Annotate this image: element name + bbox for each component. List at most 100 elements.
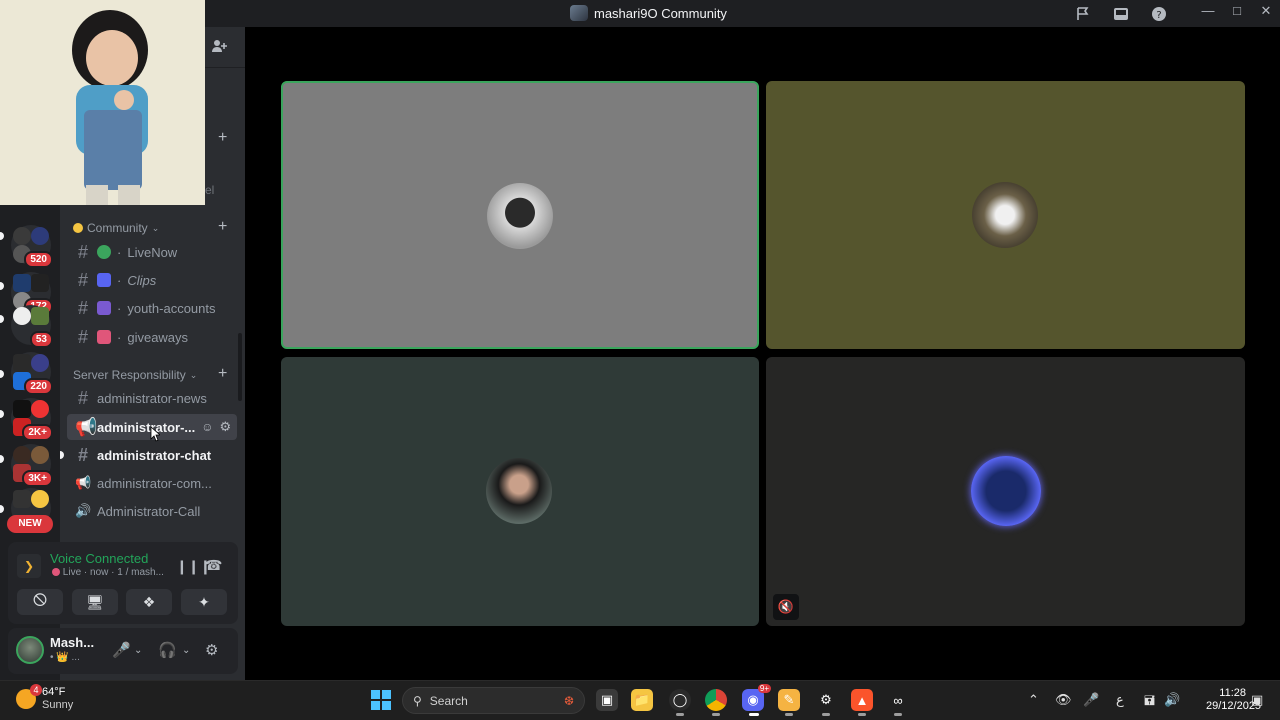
start-button[interactable] xyxy=(371,690,391,710)
chevron-down-icon: ⌄ xyxy=(151,222,160,233)
channel-administrator-chat[interactable]: # administrator-chat xyxy=(67,442,237,468)
activities-button[interactable]: ❖ xyxy=(126,589,172,615)
discord-icon[interactable]: ◉ 9+ xyxy=(742,684,771,711)
chrome-icon[interactable] xyxy=(705,689,727,711)
megaphone-icon: 📢 xyxy=(75,475,92,490)
add-channel-icon[interactable]: + xyxy=(218,129,227,147)
add-channel-icon[interactable]: + xyxy=(218,365,227,383)
phone-icon xyxy=(97,301,111,315)
participant-tile-2[interactable] xyxy=(766,81,1245,349)
gear-icon[interactable]: ⚙ xyxy=(205,641,218,659)
server-icon-6[interactable]: 3K+ xyxy=(11,444,53,487)
category-label: Server Responsibility xyxy=(73,368,186,382)
server-badge: 520 xyxy=(24,251,53,268)
app-icon-m[interactable]: ∞ xyxy=(887,689,909,711)
weather-widget[interactable]: 4 64°F Sunny xyxy=(16,684,73,712)
participant-tile-4[interactable] xyxy=(766,357,1245,626)
channel-administrator-news[interactable]: # administrator-news xyxy=(67,385,237,411)
microphone-icon[interactable]: 🎤 xyxy=(1083,692,1099,708)
screen-share-button[interactable]: 🖥 xyxy=(72,589,118,615)
add-channel-icon[interactable]: + xyxy=(218,218,227,236)
soundboard-button[interactable]: ✦ xyxy=(181,589,227,615)
camera-icon xyxy=(97,273,111,287)
hashtag-icon: # xyxy=(77,387,88,408)
server-icon-5[interactable]: 2K+ xyxy=(11,398,53,441)
invite-icon[interactable] xyxy=(211,38,227,57)
category-community[interactable]: Community ⌄ xyxy=(73,221,159,235)
hidden-eye-icon[interactable]: 👁 xyxy=(1055,692,1072,708)
clock-time: 11:28 xyxy=(1219,687,1246,699)
taskbar-search[interactable]: ⚲ Search ❆ xyxy=(402,687,585,714)
disconnect-icon[interactable]: ☎ xyxy=(205,557,222,574)
chevron-up-icon[interactable]: ⌃ xyxy=(1028,692,1039,708)
server-icon-1[interactable]: 520 xyxy=(11,225,53,268)
close-icon[interactable]: ✕ xyxy=(1256,3,1276,19)
server-badge: 220 xyxy=(24,378,53,395)
signal-icon[interactable]: ❯ xyxy=(17,554,41,578)
camera-off-button[interactable]: 🛇 xyxy=(17,589,63,615)
hashtag-icon: # xyxy=(77,326,88,347)
app-icon-yellow[interactable]: ✎ xyxy=(778,689,800,711)
running-indicator xyxy=(712,713,720,716)
search-icon: ⚲ xyxy=(413,693,422,708)
brave-icon[interactable]: ▲ xyxy=(851,689,873,711)
voice-status[interactable]: Voice Connected xyxy=(50,551,148,566)
channel-livenow[interactable]: # · LiveNow xyxy=(67,239,237,265)
minimize-icon[interactable]: — xyxy=(1198,3,1218,18)
mouse-cursor-icon xyxy=(150,426,162,442)
voice-detail: Live · now · 1 / mash... xyxy=(52,567,164,578)
channel-administrator-call[interactable]: 🔊 Administrator-Call xyxy=(67,498,237,524)
search-placeholder: Search xyxy=(429,693,468,708)
participant-avatar xyxy=(487,183,553,249)
participant-tile-1[interactable] xyxy=(281,81,759,349)
obs-icon[interactable]: ◯ xyxy=(669,689,691,711)
live-dot-icon xyxy=(52,568,60,577)
channel-clips[interactable]: # · Clips xyxy=(67,267,237,293)
channel-administrator-commands[interactable]: 📢 administrator-com... xyxy=(67,470,237,496)
notification-icon[interactable]: ▣ xyxy=(1251,692,1263,708)
flag-icon[interactable] xyxy=(1073,4,1093,24)
pip-video-preview[interactable] xyxy=(0,0,205,205)
server-icon-3[interactable]: 53 xyxy=(11,305,53,348)
participant-tile-3[interactable] xyxy=(281,357,759,626)
speaker-icon: 🔊 xyxy=(75,503,92,518)
sidebar-scrollbar[interactable] xyxy=(238,333,242,401)
help-icon[interactable]: ? xyxy=(1149,4,1169,24)
clock[interactable]: 11:28 29/12/2025 xyxy=(1206,687,1261,713)
maximize-icon[interactable]: □ xyxy=(1227,3,1247,18)
discord-badge: 9+ xyxy=(757,684,771,693)
add-member-icon[interactable]: ☺ xyxy=(201,420,213,434)
active-indicator xyxy=(749,713,759,716)
inbox-icon[interactable] xyxy=(1111,4,1131,24)
channel-giveaways[interactable]: # · giveaways xyxy=(67,324,237,350)
hidden-channel-fragment: el xyxy=(205,183,215,197)
username[interactable]: Mash... xyxy=(50,635,94,650)
category-server-responsibility[interactable]: Server Responsibility ⌄ xyxy=(73,368,197,382)
file-explorer-icon[interactable]: 📁 xyxy=(631,689,653,711)
svg-text:?: ? xyxy=(1156,10,1161,21)
participant-avatar xyxy=(486,458,552,524)
steam-icon[interactable]: ⚙ xyxy=(815,689,837,711)
input-language[interactable]: ع xyxy=(1116,692,1124,708)
user-status: • 👑 ... xyxy=(50,652,80,663)
network-icon[interactable]: 🖬 xyxy=(1144,692,1155,714)
headphones-icon[interactable]: 🎧 xyxy=(158,641,177,659)
server-icon-4[interactable]: 220 xyxy=(11,352,53,395)
gear-icon[interactable]: ⚙ xyxy=(220,419,232,435)
channel-youth-accounts[interactable]: # · youth-accounts xyxy=(67,295,237,321)
chevron-down-icon[interactable]: ⌄ xyxy=(134,645,142,656)
participant-avatar xyxy=(972,182,1038,248)
running-indicator xyxy=(676,713,684,716)
channel-label: youth-accounts xyxy=(127,300,216,316)
new-badge[interactable]: NEW xyxy=(7,515,53,533)
separator-dot: · xyxy=(117,272,122,288)
channel-label: LiveNow xyxy=(127,244,178,260)
chevron-down-icon[interactable]: ⌄ xyxy=(182,645,190,656)
task-view-icon[interactable]: ▣ xyxy=(596,689,618,711)
hashtag-icon: # xyxy=(77,297,88,318)
muted-icon: 🔇 xyxy=(773,594,799,620)
microphone-icon[interactable]: 🎤 xyxy=(112,641,131,659)
server-badge: 3K+ xyxy=(22,470,53,487)
avatar[interactable] xyxy=(16,636,44,664)
volume-icon[interactable]: 🔊 xyxy=(1164,692,1180,708)
